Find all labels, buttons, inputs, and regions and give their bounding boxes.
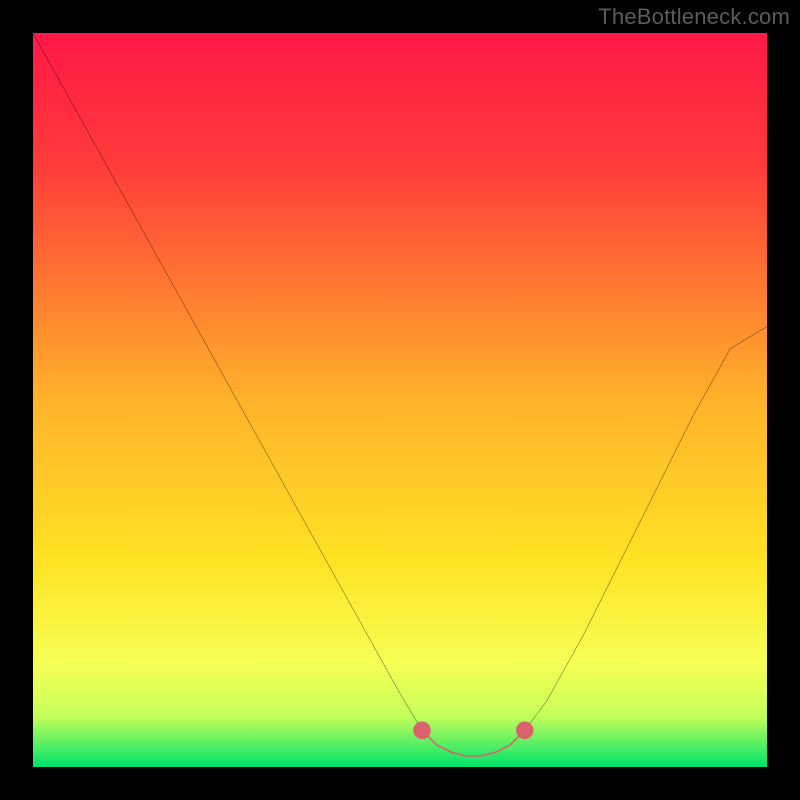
chart-frame: TheBottleneck.com [0, 0, 800, 800]
bottleneck-curve [33, 33, 767, 756]
optimal-marker-dots [413, 721, 533, 739]
plot-area [33, 33, 767, 767]
watermark-text: TheBottleneck.com [598, 4, 790, 30]
curve-layer [33, 33, 767, 767]
optimal-marker [422, 730, 525, 756]
